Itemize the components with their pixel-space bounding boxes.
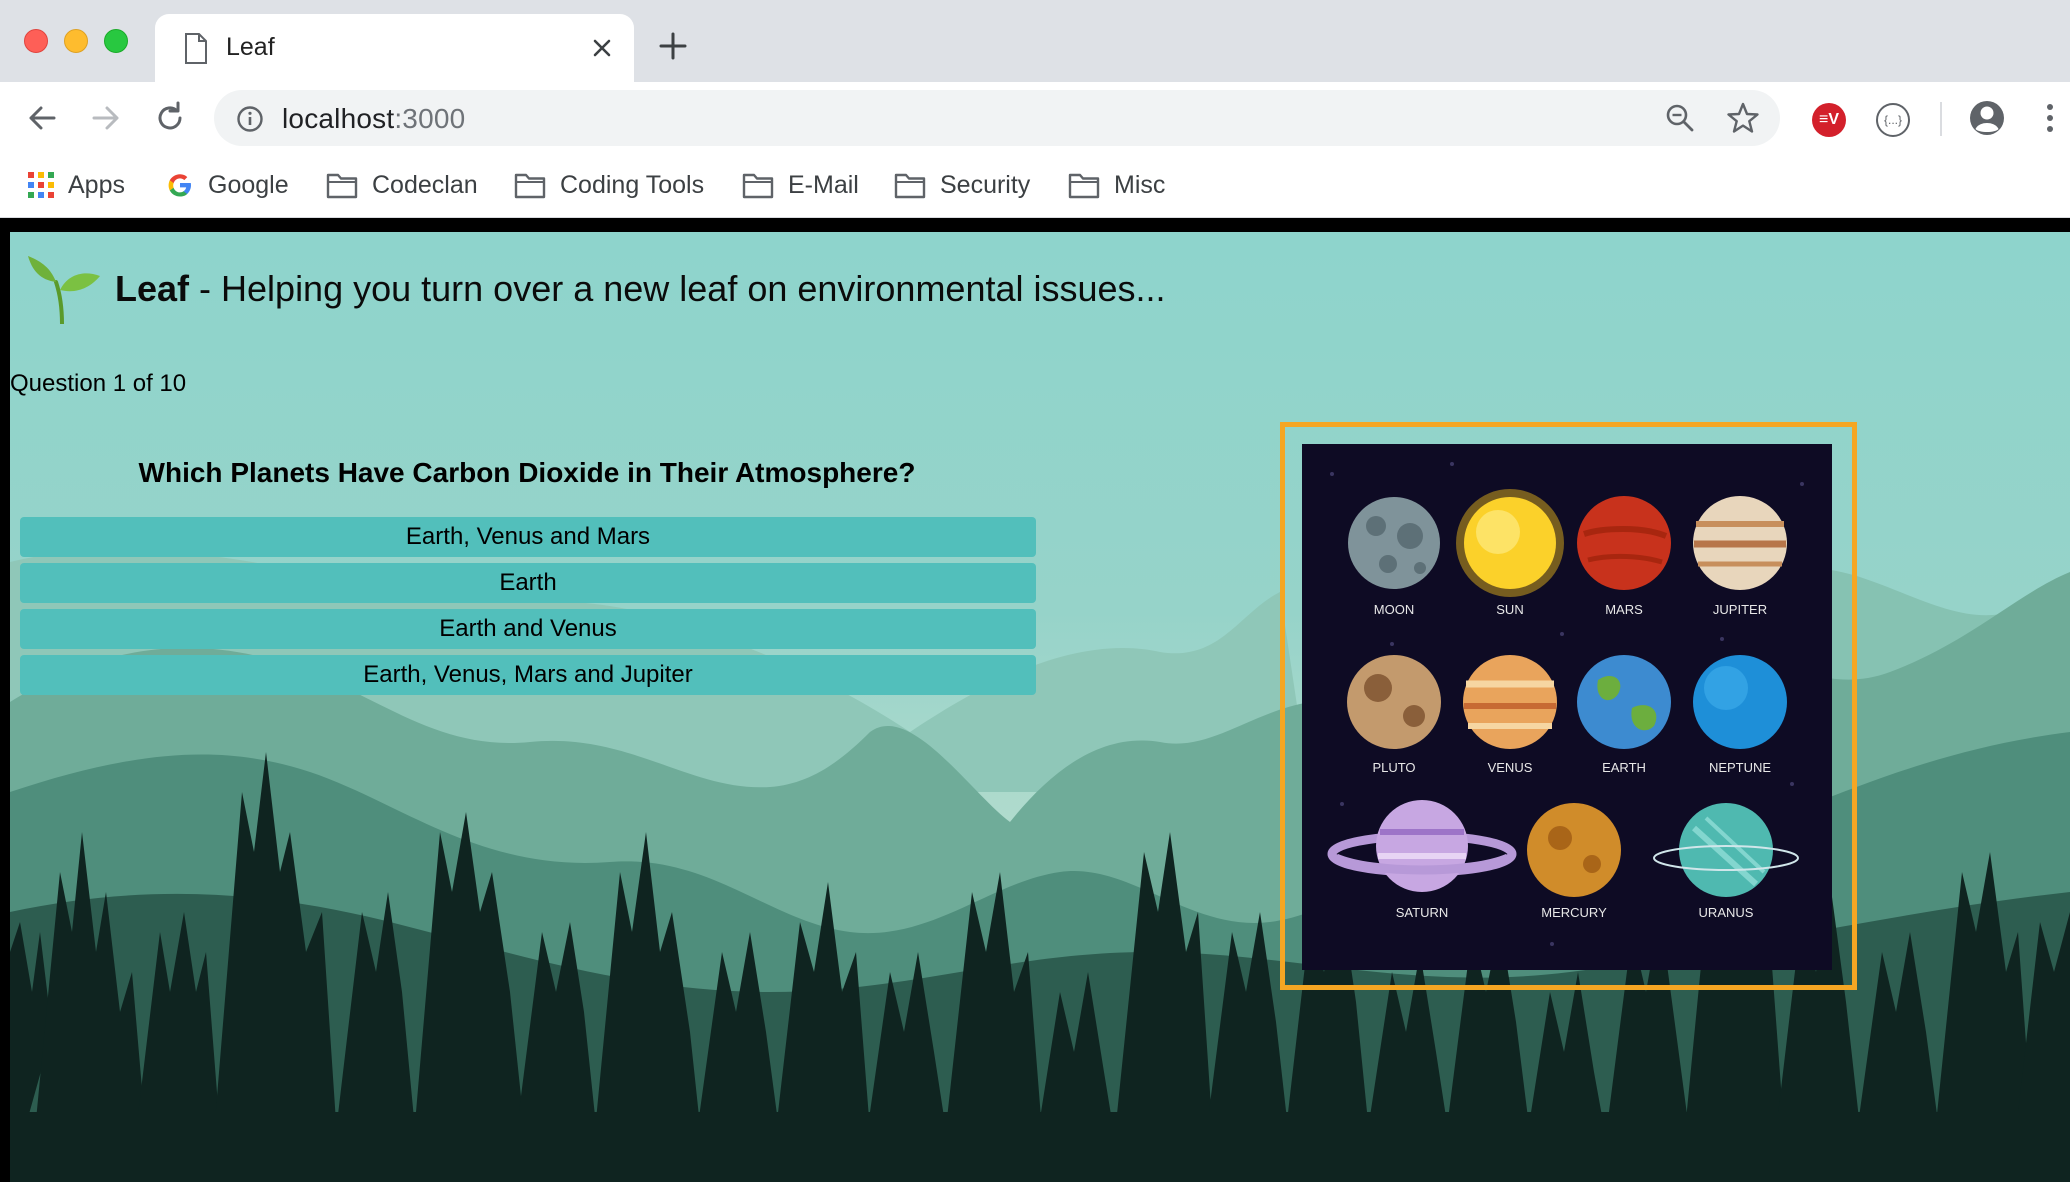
bookmark-apps[interactable]: Apps (28, 168, 125, 202)
tagline: - Helping you turn over a new leaf on en… (189, 268, 1166, 309)
earth-planet (1577, 655, 1671, 749)
mercury-planet (1527, 803, 1621, 897)
question-image-frame: MOON SUN MARS JUPITER PLUTO VENUS EARTH … (1280, 422, 1857, 990)
toolbar-divider (1940, 102, 1942, 136)
planets-illustration-svg: MOON SUN MARS JUPITER PLUTO VENUS EARTH … (1327, 462, 1804, 946)
bookmark-label: Coding Tools (560, 170, 705, 199)
question-counter: Question 1 of 10 (10, 370, 187, 397)
venus-planet (1463, 655, 1557, 749)
url-text[interactable]: localhost:3000 (282, 103, 465, 135)
page-headline: Leaf - Helping you turn over a new leaf … (115, 268, 1166, 310)
image-label: VENUS (1488, 760, 1533, 775)
json-viewer-extension-icon[interactable]: {...} (1876, 103, 1910, 137)
image-label: MOON (1374, 602, 1414, 617)
bookmarks-bar: Apps Google Codeclan Coding Tools E-Mail (0, 154, 2070, 218)
apps-grid-icon (28, 172, 54, 198)
reload-icon[interactable] (150, 98, 190, 138)
folder-icon (1068, 173, 1100, 199)
new-tab-icon[interactable] (658, 31, 688, 61)
bookmark-folder-coding-tools[interactable]: Coding Tools (514, 168, 704, 202)
kebab-menu-icon[interactable] (2038, 100, 2062, 136)
image-label: JUPITER (1713, 602, 1767, 617)
jupiter-planet (1693, 496, 1787, 590)
image-label: MERCURY (1541, 905, 1607, 920)
google-logo-icon (168, 174, 191, 197)
bookmark-star-icon[interactable] (1726, 101, 1760, 135)
planets-illustration: MOON SUN MARS JUPITER PLUTO VENUS EARTH … (1302, 444, 1832, 970)
close-window-button[interactable] (24, 29, 48, 53)
address-bar[interactable]: localhost:3000 (214, 90, 1780, 146)
uranus-planet (1653, 803, 1799, 897)
browser-tab-bar: Leaf (0, 0, 2070, 82)
answer-button[interactable]: Earth and Venus (20, 609, 1036, 649)
minimize-window-button[interactable] (64, 29, 88, 53)
page-top-border (0, 218, 2070, 232)
pluto-planet (1347, 655, 1441, 749)
answer-button[interactable]: Earth, Venus, Mars and Jupiter (20, 655, 1036, 695)
back-arrow-icon[interactable] (22, 98, 62, 138)
bookmark-label: Security (940, 170, 1031, 199)
leaf-sprout-logo-icon (28, 256, 100, 324)
folder-icon (326, 173, 358, 199)
close-tab-icon[interactable] (586, 32, 618, 64)
folder-icon (894, 173, 926, 199)
image-label: EARTH (1602, 760, 1646, 775)
profile-avatar-icon[interactable] (1968, 99, 2006, 137)
bookmark-folder-security[interactable]: Security (894, 168, 1030, 202)
leaf-quiz-page: Leaf - Helping you turn over a new leaf … (10, 232, 2070, 1182)
maximize-window-button[interactable] (104, 29, 128, 53)
image-label: PLUTO (1372, 760, 1415, 775)
folder-icon (742, 173, 774, 199)
page-icon (185, 33, 207, 64)
tab-title: Leaf (226, 33, 275, 61)
image-label: NEPTUNE (1709, 760, 1771, 775)
zoom-out-icon[interactable] (1664, 102, 1696, 134)
moon-planet (1348, 497, 1440, 589)
answer-button[interactable]: Earth (20, 563, 1036, 603)
bookmark-folder-misc[interactable]: Misc (1068, 168, 1165, 202)
neptune-planet (1693, 655, 1787, 749)
image-label: MARS (1605, 602, 1643, 617)
brand-name: Leaf (115, 268, 190, 309)
bookmark-google[interactable]: Google (166, 168, 289, 202)
browser-toolbar: localhost:3000 ≡V {...} (0, 82, 2070, 154)
bookmark-folder-codeclan[interactable]: Codeclan (326, 168, 478, 202)
browser-tab[interactable]: Leaf (155, 14, 634, 82)
forward-arrow-icon[interactable] (86, 98, 126, 138)
folder-icon (514, 173, 546, 199)
expressvpn-extension-icon[interactable]: ≡V (1812, 103, 1846, 137)
question-text: Which Planets Have Carbon Dioxide in The… (138, 457, 916, 488)
answer-list: Earth, Venus and Mars Earth Earth and Ve… (20, 517, 1036, 701)
mars-planet (1577, 496, 1671, 590)
bookmark-label: Apps (68, 170, 125, 199)
bookmark-label: Google (208, 170, 289, 199)
bookmark-folder-email[interactable]: E-Mail (742, 168, 859, 202)
image-label: SATURN (1396, 905, 1448, 920)
answer-button[interactable]: Earth, Venus and Mars (20, 517, 1036, 557)
saturn-planet (1327, 800, 1517, 892)
bookmark-label: Misc (1114, 170, 1166, 199)
image-label: URANUS (1699, 905, 1754, 920)
bookmark-label: Codeclan (372, 170, 478, 199)
sun-planet (1456, 489, 1564, 597)
info-icon[interactable] (236, 105, 264, 133)
bookmark-label: E-Mail (788, 170, 859, 199)
image-label: SUN (1496, 602, 1523, 617)
